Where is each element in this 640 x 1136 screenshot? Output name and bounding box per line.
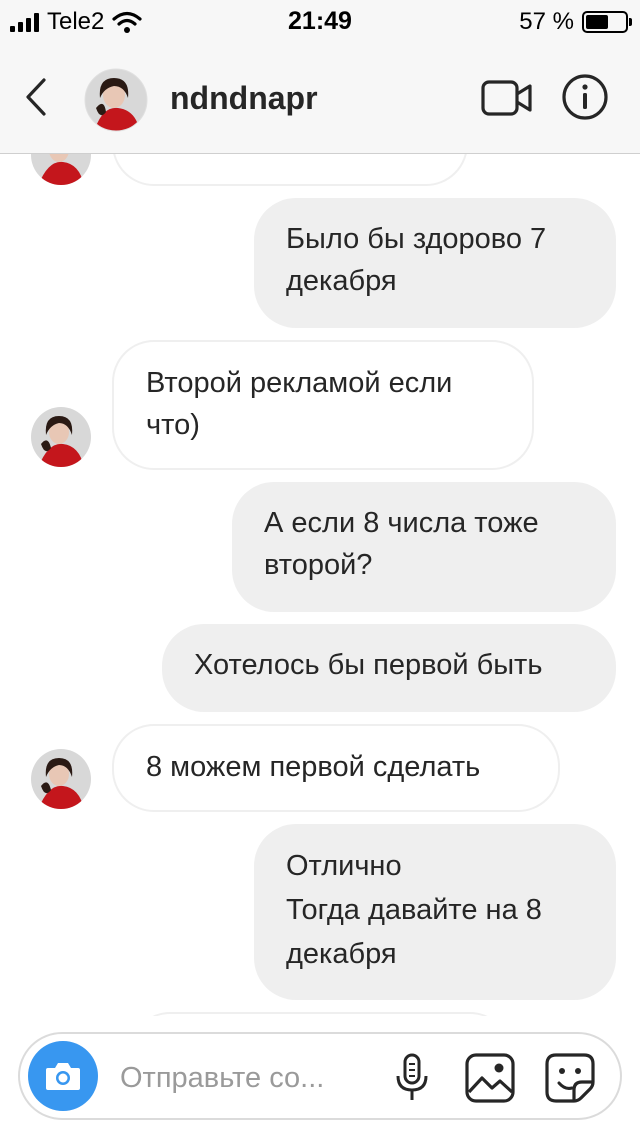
microphone-icon[interactable] <box>392 1052 432 1104</box>
camera-icon <box>46 1063 80 1090</box>
message-bubble-outgoing[interactable]: Было бы здорово 7 декабря <box>254 198 616 328</box>
chat-username[interactable]: ndndnapr <box>170 80 318 117</box>
message-thread[interactable]: Было бы здорово 7 декабря Второй рекламо… <box>0 154 640 1016</box>
message-composer <box>18 1032 622 1120</box>
message-bubble-incoming[interactable]: Второй рекламой если что) <box>112 340 534 470</box>
avatar[interactable] <box>84 68 148 132</box>
sender-avatar[interactable] <box>30 748 92 810</box>
chevron-left-icon[interactable] <box>18 72 58 122</box>
video-camera-icon[interactable] <box>480 76 534 120</box>
chat-header: ndndnapr <box>0 42 640 154</box>
message-bubble-outgoing[interactable]: Отлично Тогда давайте на 8 декабря <box>254 824 616 1000</box>
message-input[interactable] <box>120 1056 370 1100</box>
message-bubble-incoming[interactable] <box>112 154 468 186</box>
message-bubble-outgoing[interactable]: Хотелось бы первой быть <box>162 624 616 712</box>
status-right: 57 % <box>519 8 632 36</box>
sender-avatar[interactable] <box>30 406 92 468</box>
dm-screen: Tele2 21:49 57 % ndndnapr Было бы здоров… <box>0 0 640 1136</box>
message-bubble-incoming[interactable]: 8 можем первой сделать <box>112 724 560 812</box>
battery-level <box>586 15 608 29</box>
message-bubble-outgoing[interactable] <box>130 1012 510 1016</box>
battery-icon <box>582 11 632 33</box>
image-icon[interactable] <box>464 1052 516 1104</box>
battery-percent: 57 % <box>519 8 574 35</box>
info-icon[interactable] <box>560 72 610 122</box>
status-bar: Tele2 21:49 57 % <box>0 0 640 42</box>
message-bubble-outgoing[interactable]: А если 8 числа тоже второй? <box>232 482 616 612</box>
sticker-icon[interactable] <box>544 1052 596 1104</box>
camera-button[interactable] <box>28 1041 98 1111</box>
sender-avatar[interactable] <box>30 154 92 186</box>
